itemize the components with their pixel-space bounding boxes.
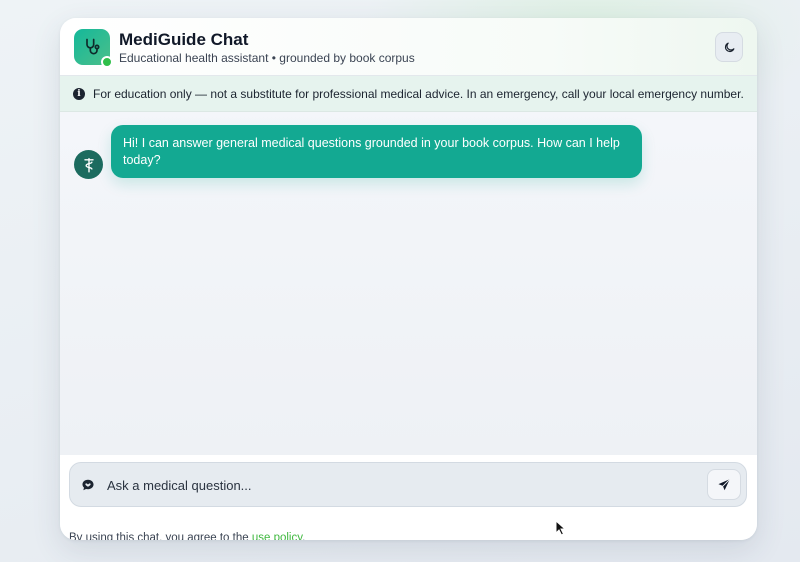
message-input[interactable] [107,472,697,498]
app-logo [74,29,113,68]
theme-toggle-button[interactable] [715,32,743,62]
app-subtitle: Educational health assistant • grounded … [119,51,415,65]
assistant-avatar [74,150,103,179]
chat-bubble-icon [82,479,94,491]
assistant-message-bubble: Hi! I can answer general medical questio… [111,125,642,178]
stethoscope-icon [86,38,100,55]
caduceus-icon [83,157,94,173]
info-icon: i [73,88,85,100]
moon-icon [724,42,734,52]
disclaimer-text: For education only — not a substitute fo… [93,87,744,101]
policy-suffix: . [302,532,306,540]
app-title: MediGuide Chat [119,30,249,49]
composer-area: By using this chat, you agree to the use… [60,455,757,540]
use-policy-link[interactable]: use policy [252,532,302,540]
send-icon [718,478,731,490]
mouse-cursor-icon [555,520,567,536]
online-status-dot [101,56,113,68]
message-list[interactable]: Hi! I can answer general medical questio… [60,112,757,455]
chat-header: MediGuide Chat Educational health assist… [60,18,757,76]
policy-notice: By using this chat, you agree to the use… [69,532,305,540]
disclaimer-banner: i For education only — not a substitute … [60,76,757,112]
chat-window: MediGuide Chat Educational health assist… [60,18,757,540]
policy-prefix: By using this chat, you agree to the [69,532,252,540]
send-button[interactable] [707,469,741,500]
message-composer [69,462,747,507]
